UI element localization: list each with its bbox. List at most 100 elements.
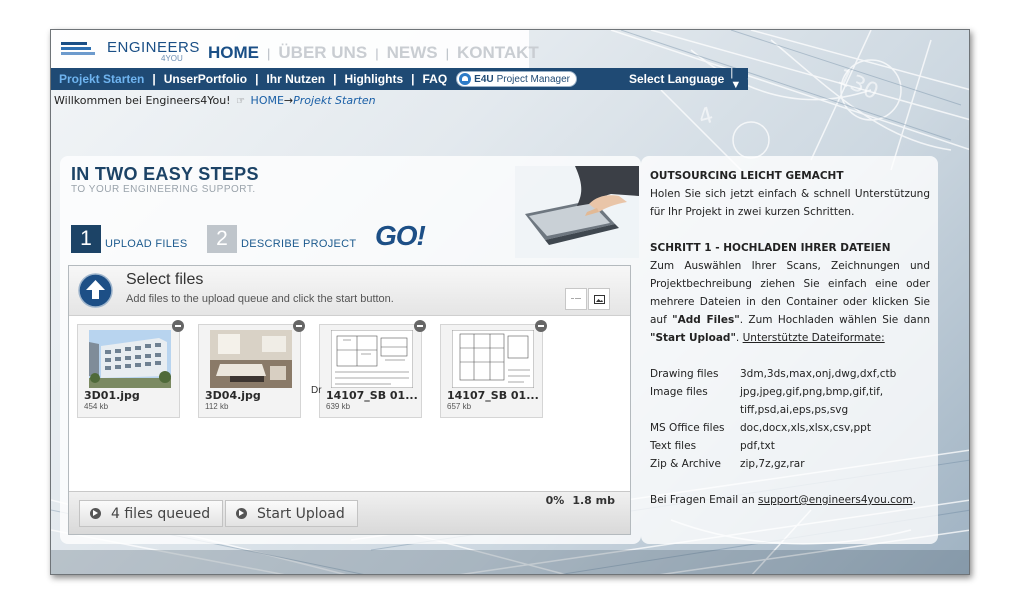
nav-kontakt[interactable]: KONTAKT: [457, 43, 539, 63]
logo[interactable]: ENGINEERS 4YOU: [61, 38, 199, 64]
format-extensions: pdf,txt: [740, 440, 775, 452]
subnav-highlights[interactable]: Highlights: [344, 72, 403, 86]
drawing-thumbnail: [331, 330, 413, 388]
svg-text:4: 4: [696, 103, 716, 131]
files-queued-button[interactable]: 4 files queued: [79, 500, 224, 527]
go-button[interactable]: GO!: [375, 220, 426, 252]
info-paragraph-2: Zum Auswählen Ihrer Scans, Zeichnungen u…: [650, 257, 930, 347]
step-2-label: DESCRIBE PROJECT: [241, 238, 357, 250]
info-paragraph-1: Holen Sie sich jetzt einfach & schnell U…: [650, 188, 930, 218]
remove-file-icon[interactable]: [535, 320, 547, 332]
format-type: Text files: [650, 440, 697, 452]
list-icon: [571, 298, 581, 299]
welcome-text: Willkommen bei Engineers4You!: [54, 94, 231, 107]
sub-nav: Projekt Starten | UnserPortfolio | Ihr N…: [51, 67, 748, 91]
nav-ueber-uns[interactable]: ÜBER UNS: [278, 43, 367, 63]
file-thumbnail[interactable]: 14107_SB 01... 639 kb: [319, 320, 426, 418]
format-extensions: doc,docx,xls,xlsx,csv,ppt: [740, 422, 871, 434]
nav-news[interactable]: NEWS: [387, 43, 438, 63]
remove-file-icon[interactable]: [172, 320, 184, 332]
file-name: 14107_SB 01...: [447, 389, 539, 402]
info-text: .: [735, 332, 743, 344]
breadcrumb-home[interactable]: HOME: [251, 94, 284, 107]
image-icon: [593, 294, 605, 304]
contact-text: Bei Fragen Email an: [650, 494, 758, 506]
start-upload-button[interactable]: Start Upload: [225, 500, 358, 527]
remove-file-icon[interactable]: [293, 320, 305, 332]
file-size: 112 kb: [205, 402, 229, 411]
step-1-number: 1: [71, 225, 101, 253]
file-thumbnail[interactable]: 14107_SB 01... 657 kb: [440, 320, 547, 418]
project-manager-button[interactable]: E4U Project Manager: [456, 71, 577, 87]
step-2-number: 2: [207, 225, 237, 253]
subnav-faq[interactable]: FAQ: [422, 72, 447, 86]
upload-panel: IN TWO EASY STEPS TO YOUR ENGINEERING SU…: [60, 156, 641, 544]
format-type: Image files: [650, 386, 708, 398]
subnav-projekt-starten[interactable]: Projekt Starten: [59, 72, 144, 86]
progress-percent: 0%: [545, 494, 565, 507]
breadcrumb: Willkommen bei Engineers4You! ☞ HOME→Pro…: [54, 94, 376, 107]
info-heading-1: OUTSOURCING LEICHT GEMACHT: [650, 170, 844, 182]
subnav-unser-portfolio[interactable]: UnserPortfolio: [164, 72, 247, 86]
upload-arrow-icon: [78, 273, 113, 308]
select-language[interactable]: Select Language: [629, 72, 724, 86]
format-type: MS Office files: [650, 422, 725, 434]
nav-home[interactable]: HOME: [208, 43, 259, 63]
pm-badge-label: Project Manager: [496, 73, 570, 85]
laptop-hand-image: [515, 166, 639, 258]
logo-icon: [61, 42, 95, 55]
contact-line: Bei Fragen Email an support@engineers4yo…: [650, 491, 930, 509]
play-circle-icon: [236, 508, 247, 519]
browser-window: 130 4 ENGINEERS 4YOU HOME | ÜBER UNS | N…: [50, 29, 970, 575]
files-queued-label: 4 files queued: [111, 505, 211, 522]
drawing-thumbnail: [452, 330, 534, 388]
steps-title: IN TWO EASY STEPS: [71, 164, 259, 184]
list-view-button[interactable]: [565, 288, 587, 310]
support-email-link[interactable]: support@engineers4you.com: [758, 494, 913, 506]
thumbnail-view-button[interactable]: [588, 288, 610, 310]
building-photo-thumbnail: [89, 330, 171, 388]
subnav-separator: |: [411, 72, 415, 86]
file-size: 657 kb: [447, 402, 472, 411]
file-name: 14107_SB 01...: [326, 389, 418, 402]
svg-text:130: 130: [833, 65, 882, 105]
logo-text: ENGINEERS: [107, 39, 200, 56]
info-panel: OUTSOURCING LEICHT GEMACHT Holen Sie sic…: [641, 156, 938, 544]
breadcrumb-current: Projekt Starten: [293, 94, 376, 107]
format-type: Zip & Archive: [650, 458, 721, 470]
format-extensions: zip,7z,gz,rar: [740, 458, 805, 470]
file-thumbnail[interactable]: 3D01.jpg 454 kb: [77, 320, 184, 418]
nav-separator: |: [267, 46, 271, 61]
steps-subtitle: TO YOUR ENGINEERING SUPPORT.: [71, 184, 256, 195]
step-upload-files: 1 UPLOAD FILES: [71, 225, 187, 253]
nav-separator: |: [375, 46, 379, 61]
uploader-footer: 4 files queued Start Upload 0% 1.8 mb: [69, 491, 630, 534]
upload-progress: 0% 1.8 mb: [538, 494, 615, 507]
user-icon: [459, 73, 472, 85]
info-heading-2: SCHRITT 1 - HOCHLADEN IHRER DATEIEN: [650, 242, 891, 254]
info-text: . Zum Hochladen wählen Sie dann: [739, 314, 931, 326]
info-emphasis: "Add Files": [672, 314, 740, 326]
translate-icon[interactable]: [747, 70, 748, 88]
formats-link[interactable]: Unterstützte Dateiformate:: [743, 332, 885, 344]
start-upload-label: Start Upload: [257, 505, 345, 522]
step-describe-project: 2 DESCRIBE PROJECT: [207, 225, 356, 253]
uploader-description: Add files to the upload queue and click …: [126, 293, 394, 305]
breadcrumb-arrow: →: [283, 94, 294, 107]
subnav-ihr-nutzen[interactable]: Ihr Nutzen: [266, 72, 325, 86]
subnav-separator: |: [333, 72, 337, 86]
drop-hint-text: Dr: [311, 385, 322, 396]
step-1-label: UPLOAD FILES: [105, 238, 188, 250]
file-thumbnail[interactable]: 3D04.jpg 112 kb: [198, 320, 305, 418]
contact-end: .: [912, 494, 916, 506]
remove-file-icon[interactable]: [414, 320, 426, 332]
file-formats-table: Drawing files 3dm,3ds,max,onj,dwg,dxf,ctb…: [650, 365, 930, 473]
file-uploader[interactable]: Select files Add files to the upload que…: [68, 265, 631, 535]
format-extensions: jpg,jpeg,gif,png,bmp,gif,tif, tiff,psd,a…: [740, 386, 884, 416]
total-size: 1.8 mb: [572, 494, 615, 507]
file-size: 639 kb: [326, 402, 351, 411]
language-dropdown-arrow[interactable]: | ▼: [730, 67, 741, 91]
uploader-header: Select files Add files to the upload que…: [69, 266, 630, 316]
info-emphasis: "Start Upload": [650, 332, 736, 344]
play-circle-icon: [90, 508, 101, 519]
